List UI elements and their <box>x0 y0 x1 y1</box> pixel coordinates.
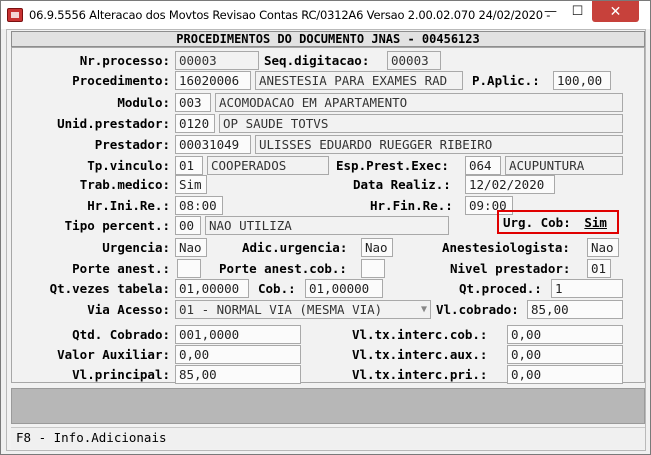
p-aplic-field[interactable]: 100,00 <box>553 71 611 90</box>
hr-fin-re-label: Hr.Fin.Re.: <box>370 198 453 213</box>
data-realiz-label: Data Realiz.: <box>353 177 451 192</box>
esp-prest-exec-desc-field: ACUPUNTURA <box>505 156 623 175</box>
porte-anest-cob-label: Porte anest.cob.: <box>219 261 347 276</box>
nr-processo-label: Nr.processo: <box>79 53 170 68</box>
nr-processo-field[interactable]: 00003 <box>175 51 259 70</box>
minimize-button[interactable]: — <box>537 1 564 22</box>
anestesiologista-field[interactable]: Nao <box>587 238 619 257</box>
vl-principal-label: Vl.principal: <box>72 367 170 382</box>
urg-cob-highlight: Urg. Cob: Sim <box>497 210 619 234</box>
footer-bar <box>11 388 645 424</box>
vl-principal-field[interactable]: 85,00 <box>175 365 301 384</box>
app-window: 06.9.5556 Alteracao dos Movtos Revisao C… <box>0 0 651 455</box>
anestesiologista-label: Anestesiologista: <box>442 240 570 255</box>
porte-anest-field[interactable] <box>177 259 201 278</box>
adic-urgencia-field[interactable]: Nao <box>361 238 393 257</box>
vl-cobrado-label: Vl.cobrado: <box>436 302 519 317</box>
vl-tx-interc-cob-label: Vl.tx.interc.cob.: <box>352 327 488 342</box>
porte-anest-cob-field[interactable] <box>361 259 385 278</box>
valor-auxiliar-label: Valor Auxiliar: <box>57 347 170 362</box>
qtd-cobrado-label: Qtd. Cobrado: <box>72 327 170 342</box>
urg-cob-link[interactable]: Sim <box>584 215 607 230</box>
modulo-label: Modulo: <box>117 95 170 110</box>
seq-digitacao-label: Seq.digitacao: <box>264 53 370 68</box>
p-aplic-label: P.Aplic.: <box>472 73 540 88</box>
trab-medico-label: Trab.medico: <box>79 177 170 192</box>
vl-tx-interc-aux-label: Vl.tx.interc.aux.: <box>352 347 488 362</box>
procedimento-desc-field: ANESTESIA PARA EXAMES RAD <box>255 71 463 90</box>
porte-anest-label: Porte anest.: <box>72 261 170 276</box>
qt-vezes-tabela-field[interactable]: 01,00000 <box>175 279 249 298</box>
nivel-prestador-field[interactable]: 01 <box>587 259 611 278</box>
vl-tx-interc-pri-field[interactable]: 0,00 <box>507 365 623 384</box>
close-button[interactable]: ✕ <box>592 1 639 22</box>
procedimento-label: Procedimento: <box>72 73 170 88</box>
urg-cob-label: Urg. Cob: <box>503 215 571 230</box>
qt-proced-label: Qt.proced.: <box>459 281 542 296</box>
maximize-button[interactable]: ☐ <box>564 1 591 22</box>
client-area: PROCEDIMENTOS DO DOCUMENTO JNAS - 004561… <box>6 29 646 451</box>
title-bar: 06.9.5556 Alteracao dos Movtos Revisao C… <box>1 1 650 29</box>
cob-field[interactable]: 01,00000 <box>305 279 383 298</box>
vl-tx-interc-aux-field[interactable]: 0,00 <box>507 345 623 364</box>
unid-prestador-code-field[interactable]: 0120 <box>175 114 215 133</box>
unid-prestador-desc-field: OP SAUDE TOTVS <box>219 114 623 133</box>
urgencia-field[interactable]: Nao <box>175 238 207 257</box>
prestador-label: Prestador: <box>94 137 170 152</box>
unid-prestador-label: Unid.prestador: <box>57 116 170 131</box>
via-acesso-value: 01 - NORMAL VIA (MESMA VIA) <box>179 302 383 317</box>
nivel-prestador-label: Nivel prestador: <box>450 261 571 276</box>
tp-vinculo-desc-field: COOPERADOS <box>207 156 329 175</box>
window-title: 06.9.5556 Alteracao dos Movtos Revisao C… <box>29 8 551 22</box>
hr-ini-re-label: Hr.Ini.Re.: <box>87 198 170 213</box>
modulo-code-field[interactable]: 003 <box>175 93 211 112</box>
tipo-percent-desc-field: NAO UTILIZA <box>205 216 449 235</box>
trab-medico-field[interactable]: Sim <box>175 175 207 194</box>
urgencia-label: Urgencia: <box>102 240 170 255</box>
esp-prest-exec-label: Esp.Prest.Exec: <box>336 158 449 173</box>
esp-prest-exec-code-field[interactable]: 064 <box>465 156 501 175</box>
tp-vinculo-label: Tp.vinculo: <box>87 158 170 173</box>
qtd-cobrado-field[interactable]: 001,0000 <box>175 325 301 344</box>
app-icon <box>7 8 23 22</box>
adic-urgencia-label: Adic.urgencia: <box>242 240 348 255</box>
data-realiz-field[interactable]: 12/02/2020 <box>465 175 555 194</box>
status-bar: F8 - Info.Adicionais <box>11 427 645 449</box>
vl-tx-interc-pri-label: Vl.tx.interc.pri.: <box>352 367 488 382</box>
seq-digitacao-field[interactable]: 00003 <box>387 51 441 70</box>
vl-tx-interc-cob-field[interactable]: 0,00 <box>507 325 623 344</box>
valor-auxiliar-field[interactable]: 0,00 <box>175 345 301 364</box>
tipo-percent-label: Tipo percent.: <box>64 218 170 233</box>
tipo-percent-code-field[interactable]: 00 <box>175 216 201 235</box>
qt-proced-field[interactable]: 1 <box>551 279 623 298</box>
prestador-desc-field: ULISSES EDUARDO RUEGGER RIBEIRO <box>255 135 623 154</box>
via-acesso-select[interactable]: 01 - NORMAL VIA (MESMA VIA) ▼ <box>175 300 431 319</box>
page-title: PROCEDIMENTOS DO DOCUMENTO JNAS - 004561… <box>11 31 645 47</box>
hr-ini-re-field[interactable]: 08:00 <box>175 196 223 215</box>
procedimento-code-field[interactable]: 16020006 <box>175 71 251 90</box>
tp-vinculo-code-field[interactable]: 01 <box>175 156 203 175</box>
cob-label: Cob.: <box>258 281 296 296</box>
via-acesso-label: Via Acesso: <box>87 302 170 317</box>
prestador-code-field[interactable]: 00031049 <box>175 135 251 154</box>
chevron-down-icon[interactable]: ▼ <box>421 301 427 318</box>
qt-vezes-tabela-label: Qt.vezes tabela: <box>49 281 170 296</box>
modulo-desc-field: ACOMODACAO EM APARTAMENTO <box>215 93 623 112</box>
vl-cobrado-field[interactable]: 85,00 <box>527 300 623 319</box>
